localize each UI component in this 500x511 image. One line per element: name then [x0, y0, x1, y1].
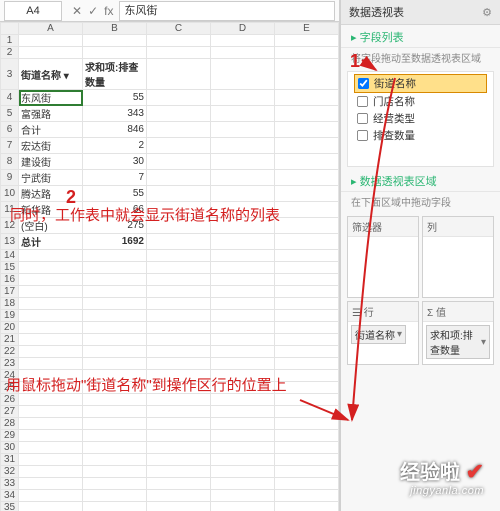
area-value[interactable]: Σ 值 求和项:排查数量▾ — [422, 301, 494, 365]
cell-a4[interactable]: 东风街 — [19, 90, 83, 106]
pivot-cell[interactable]: 30 — [83, 154, 147, 170]
pivot-cell[interactable]: 建设街 — [19, 154, 83, 170]
area-column[interactable]: 列 — [422, 216, 494, 298]
row-header[interactable]: 8 — [1, 154, 19, 170]
pivot-cell[interactable]: 富强路 — [19, 106, 83, 122]
row-chip[interactable]: 街道名称▾ — [351, 325, 406, 344]
dropdown-icon[interactable]: ▾ — [64, 71, 69, 82]
row-header[interactable]: 4 — [1, 90, 19, 106]
confirm-icon[interactable]: ✓ — [88, 4, 98, 18]
areas-hint: 在下面区域中拖动字段 — [341, 192, 500, 213]
field-checkbox[interactable] — [358, 78, 369, 89]
row-header[interactable]: 13 — [1, 234, 19, 250]
field-checkbox[interactable] — [357, 130, 368, 141]
spreadsheet-grid[interactable]: A B C D E 1 2 3 街道名称 ▾ 求和项:排查数量 — [0, 22, 339, 511]
field-checkbox[interactable] — [357, 113, 368, 124]
pivot-cell[interactable]: 55 — [83, 186, 147, 202]
pivot-value-header[interactable]: 求和项:排查数量 — [83, 59, 147, 90]
watermark: 经验啦 ✔ jingyanla.com — [400, 456, 484, 497]
cell-b4[interactable]: 55 — [83, 90, 147, 106]
cancel-icon[interactable]: ✕ — [72, 4, 82, 18]
gear-icon[interactable]: ⚙ — [482, 6, 492, 19]
fields-hint: 将字段拖动至数据透视表区域 — [341, 48, 500, 69]
formula-bar: A4 ✕ ✓ fx 东风街 — [0, 0, 339, 22]
row-header[interactable]: 10 — [1, 186, 19, 202]
row-header[interactable]: 12 — [1, 218, 19, 234]
field-item-biztype[interactable]: 经营类型 — [354, 110, 487, 127]
row-header[interactable]: 9 — [1, 170, 19, 186]
name-box[interactable]: A4 — [4, 1, 62, 21]
field-list[interactable]: 街道名称 门店名称 经营类型 排查数量 — [347, 71, 494, 167]
field-item-shop[interactable]: 门店名称 — [354, 93, 487, 110]
panel-title: 数据透视表 ⚙ — [341, 0, 500, 25]
pivot-cell[interactable]: 宁武街 — [19, 170, 83, 186]
chevron-down-icon[interactable]: ▾ — [397, 329, 402, 340]
pivot-cell[interactable]: (空白) — [19, 218, 83, 234]
pivot-cell[interactable]: 66 — [83, 202, 147, 218]
fx-icon[interactable]: fx — [104, 4, 113, 18]
select-all-corner[interactable] — [1, 23, 19, 35]
pivot-cell[interactable]: 新华路 — [19, 202, 83, 218]
col-header-c[interactable]: C — [147, 23, 211, 35]
pivot-cell[interactable]: 宏达街 — [19, 138, 83, 154]
pivot-cell[interactable]: 343 — [83, 106, 147, 122]
pivot-cell[interactable]: 275 — [83, 218, 147, 234]
area-row[interactable]: ☰ 行 街道名称▾ — [347, 301, 419, 365]
field-checkbox[interactable] — [357, 96, 368, 107]
col-header-d[interactable]: D — [211, 23, 275, 35]
row-header[interactable]: 3 — [1, 59, 19, 90]
col-header-e[interactable]: E — [275, 23, 339, 35]
col-header-b[interactable]: B — [83, 23, 147, 35]
formula-input[interactable]: 东风街 — [119, 1, 335, 21]
row-header[interactable]: 5 — [1, 106, 19, 122]
pivot-total-label[interactable]: 总计 — [19, 234, 83, 250]
section-areas: ▸ 数据透视表区域 — [341, 169, 500, 192]
row-header[interactable]: 6 — [1, 122, 19, 138]
pivot-cell[interactable]: 7 — [83, 170, 147, 186]
field-item-count[interactable]: 排查数量 — [354, 127, 487, 144]
chevron-down-icon[interactable]: ▾ — [481, 337, 486, 348]
row-header[interactable]: 11 — [1, 202, 19, 218]
check-icon: ✔ — [466, 459, 484, 484]
col-header-a[interactable]: A — [19, 23, 83, 35]
pivot-panel: 数据透视表 ⚙ ▸ 字段列表 将字段拖动至数据透视表区域 街道名称 门店名称 经… — [340, 0, 500, 511]
row-header[interactable]: 1 — [1, 35, 19, 47]
row-header[interactable]: 7 — [1, 138, 19, 154]
row-header[interactable]: 2 — [1, 47, 19, 59]
pivot-cell[interactable]: 合计 — [19, 122, 83, 138]
section-fields: ▸ 字段列表 — [341, 25, 500, 48]
pivot-cell[interactable]: 腾达路 — [19, 186, 83, 202]
area-filter[interactable]: 筛选器 — [347, 216, 419, 298]
value-chip[interactable]: 求和项:排查数量▾ — [426, 325, 490, 359]
pivot-cell[interactable]: 846 — [83, 122, 147, 138]
pivot-row-header[interactable]: 街道名称 ▾ — [19, 59, 83, 90]
pivot-cell[interactable]: 2 — [83, 138, 147, 154]
field-item-street[interactable]: 街道名称 — [354, 74, 487, 93]
pivot-total-value[interactable]: 1692 — [83, 234, 147, 250]
